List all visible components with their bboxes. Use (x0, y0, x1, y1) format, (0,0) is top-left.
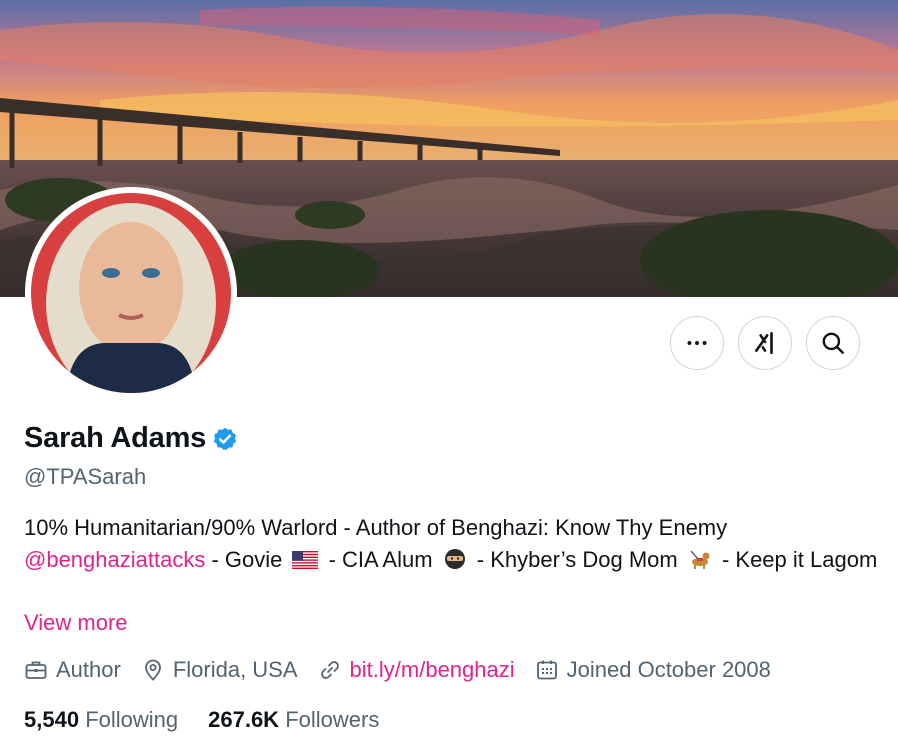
us-flag-icon (292, 551, 319, 569)
profile-avatar[interactable] (25, 187, 237, 399)
search-button[interactable] (806, 316, 860, 370)
grok-icon (755, 331, 773, 355)
link-icon (320, 661, 339, 679)
bio-text: - Khyber’s Dog Mom (476, 547, 678, 572)
verified-badge-icon[interactable] (212, 426, 238, 452)
profile-bio: 10% Humanitarian/90% Warlord - Author of… (24, 512, 884, 576)
profession-text: Author (56, 657, 121, 682)
following-count: 5,540 (24, 707, 80, 732)
followers-count: 267.6K (208, 707, 280, 732)
display-name: Sarah Adams (24, 422, 207, 454)
location-text: Florida, USA (172, 657, 298, 682)
more-icon (687, 341, 707, 345)
view-more-link[interactable]: View more (24, 610, 128, 636)
following-label: Following (85, 707, 179, 732)
bio-text: - Keep it Lagom (721, 547, 878, 572)
profile-actions (670, 316, 860, 370)
profile-url-link[interactable]: bit.ly/m/benghazi (350, 657, 515, 683)
calendar-icon (536, 660, 557, 680)
avatar-image (31, 193, 231, 393)
profile-meta: Author Florida, USA bit.ly/m/benghazi Jo… (24, 657, 771, 683)
profile-handle: @TPASarah (24, 464, 147, 489)
bio-text: - CIA Alum (328, 547, 433, 572)
meta-joined: Joined October 2008 (535, 657, 771, 683)
followers-link[interactable]: 267.6K Followers (208, 707, 379, 733)
profile-name-row: Sarah Adams (24, 422, 238, 455)
profile-stats: 5,540 Following 267.6K Followers (24, 707, 409, 733)
followers-label: Followers (285, 707, 380, 732)
following-link[interactable]: 5,540 Following (24, 707, 178, 733)
meta-link[interactable]: bit.ly/m/benghazi (318, 657, 515, 683)
meta-location: Florida, USA (141, 657, 298, 683)
grok-button[interactable] (738, 316, 792, 370)
location-pin-icon (144, 659, 161, 681)
bio-mention-link[interactable]: @benghaziattacks (24, 547, 205, 572)
ninja-emoji-icon (444, 549, 465, 569)
bio-text: - Govie (205, 547, 283, 572)
joined-text: Joined October 2008 (566, 657, 771, 682)
bio-text: 10% Humanitarian/90% Warlord - Author of… (24, 515, 728, 540)
briefcase-icon (25, 661, 47, 679)
search-icon (822, 332, 844, 354)
more-button[interactable] (670, 316, 724, 370)
meta-profession: Author (24, 657, 121, 683)
service-dog-emoji-icon (690, 550, 710, 569)
